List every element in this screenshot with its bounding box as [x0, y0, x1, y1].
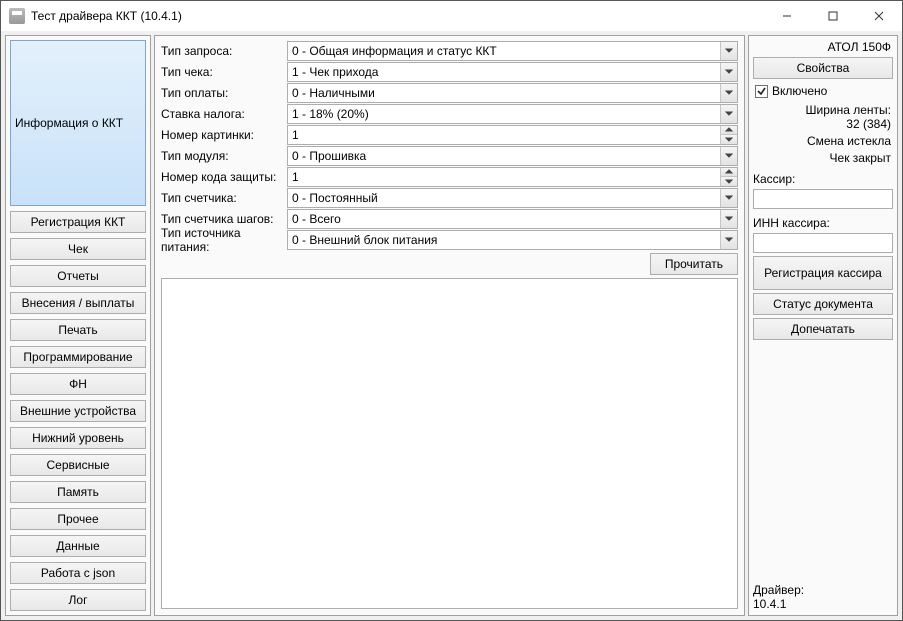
minimize-button[interactable]: [764, 1, 810, 31]
prot_code_num-spinner[interactable]: 1: [287, 167, 738, 187]
driver-label: Драйвер:: [753, 583, 893, 597]
maximize-button[interactable]: [810, 1, 856, 31]
properties-button[interactable]: Свойства: [753, 57, 893, 79]
counter_type-select[interactable]: 0 - Постоянный: [287, 188, 738, 208]
spin-up-icon[interactable]: [721, 168, 737, 178]
window-title: Тест драйвера ККТ (10.4.1): [31, 8, 764, 23]
nav-item-13[interactable]: Данные: [10, 535, 146, 557]
side-panel: АТОЛ 150Ф Свойства Включено Ширина ленты…: [748, 35, 898, 616]
device-name: АТОЛ 150Ф: [753, 40, 893, 54]
module_type-select[interactable]: 0 - Прошивка: [287, 146, 738, 166]
request_type-label: Тип запроса:: [161, 44, 287, 58]
step_counter-select[interactable]: 0 - Всего: [287, 209, 738, 229]
nav-item-3[interactable]: Отчеты: [10, 265, 146, 287]
cashier-inn-input[interactable]: [753, 233, 893, 253]
chevron-down-icon: [720, 231, 737, 249]
pic_num-label: Номер картинки:: [161, 128, 287, 142]
tape-width-value: 32 (384): [753, 117, 891, 131]
chevron-down-icon: [720, 42, 737, 60]
titlebar: Тест драйвера ККТ (10.4.1): [1, 1, 902, 31]
spin-up-icon[interactable]: [721, 126, 737, 136]
spin-down-icon[interactable]: [721, 177, 737, 186]
main-panel: Тип запроса:0 - Общая информация и стату…: [154, 35, 745, 616]
nav-item-1[interactable]: Регистрация ККТ: [10, 211, 146, 233]
nav-item-10[interactable]: Сервисные: [10, 454, 146, 476]
chevron-down-icon: [720, 210, 737, 228]
spin-down-icon[interactable]: [721, 135, 737, 144]
app-icon: [9, 8, 25, 24]
tape-width-label: Ширина ленты:: [753, 103, 891, 117]
enabled-checkbox[interactable]: [755, 85, 768, 98]
doc-status-button[interactable]: Статус документа: [753, 293, 893, 315]
chevron-down-icon: [720, 147, 737, 165]
pic_num-spinner[interactable]: 1: [287, 125, 738, 145]
nav-item-5[interactable]: Печать: [10, 319, 146, 341]
tax_rate-label: Ставка налога:: [161, 107, 287, 121]
nav-item-11[interactable]: Память: [10, 481, 146, 503]
nav-item-9[interactable]: Нижний уровень: [10, 427, 146, 449]
nav-item-6[interactable]: Программирование: [10, 346, 146, 368]
check_type-label: Тип чека:: [161, 65, 287, 79]
chevron-down-icon: [720, 84, 737, 102]
reprint-button[interactable]: Допечатать: [753, 318, 893, 340]
tax_rate-select[interactable]: 1 - 18% (20%): [287, 104, 738, 124]
module_type-label: Тип модуля:: [161, 149, 287, 163]
step_counter-label: Тип счетчика шагов:: [161, 212, 287, 226]
power_type-select[interactable]: 0 - Внешний блок питания: [287, 230, 738, 250]
nav-item-0[interactable]: Информация о ККТ: [10, 40, 146, 206]
read-button[interactable]: Прочитать: [650, 253, 738, 275]
output-area[interactable]: [161, 278, 738, 609]
nav-item-12[interactable]: Прочее: [10, 508, 146, 530]
register-cashier-button[interactable]: Регистрация кассира: [753, 256, 893, 290]
nav-item-7[interactable]: ФН: [10, 373, 146, 395]
check_type-select[interactable]: 1 - Чек прихода: [287, 62, 738, 82]
counter_type-label: Тип счетчика:: [161, 191, 287, 205]
chevron-down-icon: [720, 189, 737, 207]
close-button[interactable]: [856, 1, 902, 31]
cashier-input[interactable]: [753, 189, 893, 209]
cashier-inn-label: ИНН кассира:: [753, 212, 893, 230]
driver-version: 10.4.1: [753, 597, 893, 611]
prot_code_num-label: Номер кода защиты:: [161, 170, 287, 184]
check-status: Чек закрыт: [753, 151, 893, 165]
power_type-label: Тип источника питания:: [161, 226, 287, 254]
nav-item-14[interactable]: Работа с json: [10, 562, 146, 584]
pay_type-select[interactable]: 0 - Наличными: [287, 83, 738, 103]
chevron-down-icon: [720, 63, 737, 81]
cashier-label: Кассир:: [753, 168, 893, 186]
nav-item-4[interactable]: Внесения / выплаты: [10, 292, 146, 314]
nav-item-15[interactable]: Лог: [10, 589, 146, 611]
nav-item-8[interactable]: Внешние устройства: [10, 400, 146, 422]
chevron-down-icon: [720, 105, 737, 123]
shift-status: Смена истекла: [753, 134, 893, 148]
nav-panel: Информация о ККТ Регистрация ККТ Чек Отчеты…: [5, 35, 151, 616]
nav-item-2[interactable]: Чек: [10, 238, 146, 260]
request_type-select[interactable]: 0 - Общая информация и статус ККТ: [287, 41, 738, 61]
pay_type-label: Тип оплаты:: [161, 86, 287, 100]
enabled-label: Включено: [772, 84, 827, 98]
